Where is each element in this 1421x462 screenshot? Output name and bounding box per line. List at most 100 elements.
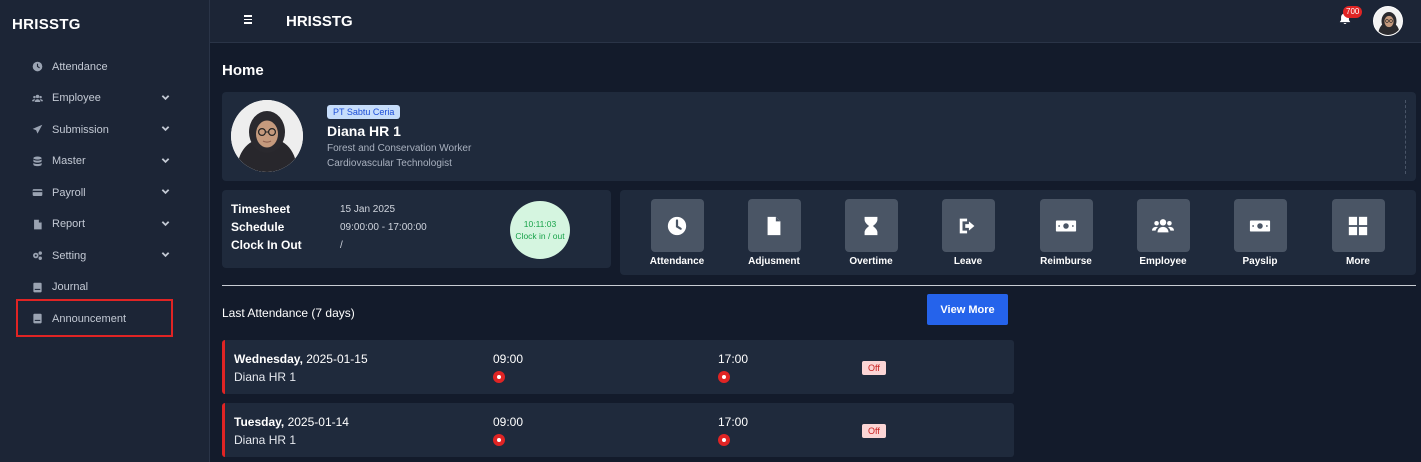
- sidebar-item-employee[interactable]: Employee: [0, 83, 210, 115]
- sidebar-item-label: Employee: [52, 92, 101, 105]
- timesheet-card: Timesheet 15 Jan 2025 Schedule 09:00:00 …: [222, 190, 611, 268]
- chevron-down-icon[interactable]: [161, 250, 171, 260]
- view-more-button[interactable]: View More: [927, 294, 1008, 325]
- employee-position: Forest and Conservation Worker: [327, 143, 472, 154]
- attendance-date: Tuesday, 2025-01-14: [234, 415, 349, 429]
- attendance-weekday: Tuesday,: [234, 415, 285, 429]
- sidebar-item-master[interactable]: Master: [0, 146, 210, 178]
- brand-logo[interactable]: HRISSTG: [12, 16, 81, 33]
- clock-action-label: Clock in / out: [515, 231, 565, 241]
- shortcut-label: Payslip: [1242, 256, 1278, 267]
- topbar: HRISSTG 700: [210, 0, 1421, 43]
- profile-avatar: [231, 100, 303, 172]
- clock-out-status-icon: [718, 371, 730, 383]
- shortcut-attendance[interactable]: Attendance: [642, 199, 712, 267]
- sidebar-item-label: Payroll: [52, 186, 86, 199]
- status-badge: Off: [862, 424, 886, 438]
- sidebar-item-payroll[interactable]: Payroll: [0, 177, 210, 209]
- attendance-row[interactable]: Tuesday, 2025-01-14 Diana HR 1 09:00 17:…: [222, 403, 1014, 457]
- money-bill-icon[interactable]: [1039, 199, 1093, 252]
- sign-out-icon[interactable]: [941, 199, 995, 252]
- attendance-row[interactable]: Wednesday, 2025-01-15 Diana HR 1 09:00 1…: [222, 340, 1014, 394]
- app-title: HRISSTG: [286, 13, 353, 30]
- sidebar-item-attendance[interactable]: Attendance: [0, 51, 210, 83]
- clock-out-status-icon: [718, 434, 730, 446]
- card-divider: [1405, 100, 1406, 174]
- attendance-date-value: 2025-01-14: [284, 415, 349, 429]
- shortcut-label: Reimburse: [1040, 256, 1092, 267]
- sidebar-nav: Attendance Employee Submission Master Pa…: [0, 51, 210, 335]
- clock-icon[interactable]: [650, 199, 704, 252]
- file-icon[interactable]: [747, 199, 801, 252]
- clock-in-out-value: /: [340, 240, 343, 251]
- clock-in-out-button[interactable]: 10:11:03 Clock in / out: [510, 201, 570, 259]
- profile-card: PT Sabtu Ceria Diana HR 1 Forest and Con…: [222, 92, 1416, 181]
- schedule-label: Schedule: [231, 220, 285, 234]
- database-icon: [31, 155, 43, 167]
- sidebar-item-submission[interactable]: Submission: [0, 114, 210, 146]
- employee-name: Diana HR 1: [327, 123, 401, 139]
- attendance-date: Wednesday, 2025-01-15: [234, 352, 368, 366]
- shortcut-leave[interactable]: Leave: [933, 199, 1003, 267]
- attendance-weekday: Wednesday,: [234, 352, 303, 366]
- attendance-employee-name: Diana HR 1: [234, 370, 297, 384]
- chevron-down-icon[interactable]: [161, 219, 171, 229]
- attendance-employee-name: Diana HR 1: [234, 433, 297, 447]
- sidebar-item-label: Setting: [52, 249, 87, 262]
- user-avatar[interactable]: [1373, 6, 1403, 36]
- attendance-clock-out: 17:00: [718, 415, 749, 429]
- shortcut-label: Attendance: [649, 256, 705, 267]
- shortcut-label: Leave: [953, 256, 983, 267]
- hamburger-menu-icon[interactable]: [244, 13, 254, 27]
- status-badge: Off: [862, 361, 886, 375]
- file-icon: [31, 218, 43, 230]
- attendance-date-value: 2025-01-15: [302, 352, 368, 366]
- book-icon: [31, 281, 43, 293]
- sidebar-item-label: Submission: [52, 123, 109, 136]
- shortcuts-card: Attendance Adjusment Overtime Leave Reim…: [620, 190, 1416, 275]
- shortcut-more[interactable]: More: [1323, 199, 1393, 267]
- clock-in-status-icon: [493, 371, 505, 383]
- chevron-down-icon[interactable]: [161, 156, 171, 166]
- clock-time: 10:11:03: [523, 219, 557, 229]
- page-title: Home: [222, 62, 264, 79]
- schedule-value: 09:00:00 - 17:00:00: [340, 222, 427, 233]
- money-bill-icon[interactable]: [1233, 199, 1287, 252]
- timesheet-value: 15 Jan 2025: [340, 204, 396, 215]
- sidebar-item-setting[interactable]: Setting: [0, 240, 210, 272]
- sidebar-item-report[interactable]: Report: [0, 209, 210, 241]
- attendance-clock-out: 17:00: [718, 352, 749, 366]
- clock-icon: [31, 61, 43, 73]
- notification-badge: 700: [1343, 6, 1363, 18]
- shortcut-label: Employee: [1139, 256, 1187, 267]
- users-icon[interactable]: [1136, 199, 1190, 252]
- shortcut-payslip[interactable]: Payslip: [1225, 199, 1295, 267]
- company-badge: PT Sabtu Ceria: [327, 105, 401, 119]
- sidebar-item-label: Master: [52, 155, 86, 168]
- last-attendance-title: Last Attendance (7 days): [222, 306, 355, 320]
- hourglass-icon[interactable]: [844, 199, 898, 252]
- shortcut-reimburse[interactable]: Reimburse: [1031, 199, 1101, 267]
- chevron-down-icon[interactable]: [161, 93, 171, 103]
- chevron-down-icon[interactable]: [161, 124, 171, 134]
- credit-card-icon: [31, 187, 43, 199]
- gears-icon: [31, 250, 43, 262]
- shortcut-label: Overtime: [849, 256, 893, 267]
- employee-job-title: Cardiovascular Technologist: [327, 158, 452, 169]
- sidebar-item-label: Journal: [52, 281, 89, 294]
- shortcut-label: More: [1346, 256, 1370, 267]
- sidebar-item-label: Attendance: [52, 60, 108, 73]
- timesheet-label: Timesheet: [231, 202, 291, 216]
- sidebar-item-label: Report: [52, 218, 86, 231]
- grid-icon[interactable]: [1331, 199, 1385, 252]
- sidebar: HRISSTG Attendance Employee Submission M…: [0, 0, 210, 462]
- announcement-highlight-box: [16, 299, 173, 337]
- clock-in-status-icon: [493, 434, 505, 446]
- clock-in-out-label: Clock In Out: [231, 238, 302, 252]
- shortcut-overtime[interactable]: Overtime: [836, 199, 906, 267]
- shortcut-employee[interactable]: Employee: [1128, 199, 1198, 267]
- chevron-down-icon[interactable]: [161, 187, 171, 197]
- users-icon: [31, 92, 43, 104]
- shortcut-label: Adjusment: [748, 256, 800, 267]
- shortcut-adjusment[interactable]: Adjusment: [739, 199, 809, 267]
